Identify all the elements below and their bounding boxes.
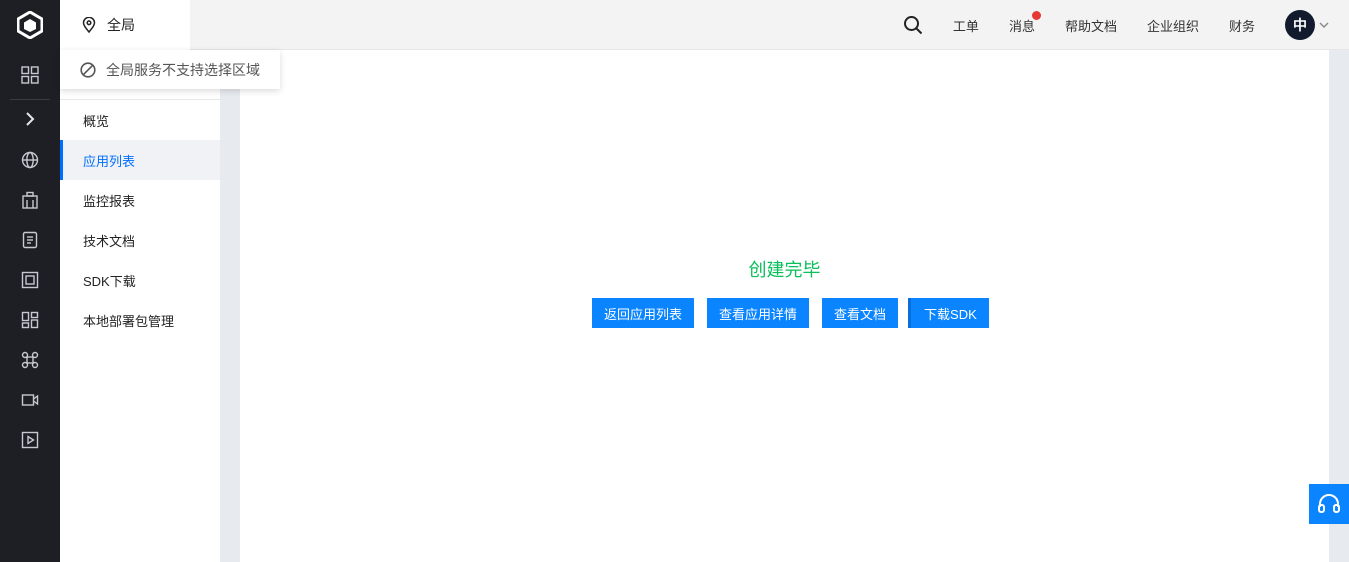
region-label: 全局 (107, 17, 135, 33)
ban-icon (80, 61, 96, 78)
expand-chevron-icon[interactable] (0, 99, 60, 139)
nav-messages[interactable]: 消息 (1008, 10, 1041, 35)
sidebar-item-label: 概览 (83, 113, 110, 129)
nav-finance[interactable]: 财务 (1229, 16, 1255, 35)
account-menu[interactable]: 中 (1285, 10, 1329, 40)
sidebar-item-label: 技术文档 (83, 233, 136, 249)
unread-badge (1031, 10, 1041, 20)
nav-help-docs[interactable]: 帮助文档 (1065, 16, 1117, 35)
avatar: 中 (1285, 10, 1315, 40)
back-to-app-list-button[interactable]: 返回应用列表 (592, 298, 695, 328)
sidebar-item-local-deploy[interactable]: 本地部署包管理 (60, 300, 220, 340)
region-popup-text: 全局服务不支持选择区域 (106, 61, 260, 78)
logo-icon[interactable] (0, 0, 60, 50)
globe-icon[interactable] (0, 140, 60, 180)
status-title: 创建完毕 (748, 260, 821, 280)
region-popup: 全局服务不支持选择区域 (60, 50, 280, 89)
grid-icon[interactable] (0, 55, 60, 95)
location-pin-icon (82, 17, 96, 33)
app-root: 全局 工单 消息 帮助文档 企业组织 财务 中 概览 应用列表 监控报表 技术文… (0, 0, 1349, 562)
document-icon[interactable] (0, 220, 60, 260)
main-content: 创建完毕 返回应用列表 查看应用详情 查看文档 下载SDK (240, 50, 1329, 562)
nav-messages-label: 消息 (1008, 18, 1035, 34)
sidebar-item-label: SDK下载 (83, 273, 136, 289)
product-sidebar: 概览 应用列表 监控报表 技术文档 SDK下载 本地部署包管理 (60, 50, 220, 562)
view-app-details-button[interactable]: 查看应用详情 (707, 298, 810, 328)
video-camera-icon[interactable] (0, 380, 60, 420)
content-gutter-left (220, 50, 240, 562)
sidebar-item-tech-docs[interactable]: 技术文档 (60, 220, 220, 260)
sidebar-item-label: 应用列表 (83, 153, 136, 169)
building-icon[interactable] (0, 180, 60, 220)
sidebar-item-monitoring[interactable]: 监控报表 (60, 180, 220, 220)
top-bar: 全局 工单 消息 帮助文档 企业组织 财务 中 (60, 0, 1349, 50)
sidebar-item-label: 本地部署包管理 (83, 313, 175, 329)
chevron-down-icon (1319, 22, 1329, 28)
sidebar-item-app-list[interactable]: 应用列表 (60, 140, 220, 180)
sidebar-item-overview[interactable]: 概览 (60, 100, 220, 140)
top-nav: 工单 消息 帮助文档 企业组织 财务 中 (901, 0, 1349, 50)
download-sdk-button[interactable]: 下载SDK (908, 298, 989, 328)
view-docs-button[interactable]: 查看文档 (822, 298, 899, 328)
frame-icon[interactable] (0, 260, 60, 300)
dashboard-icon[interactable] (0, 300, 60, 340)
sidebar-item-label: 监控报表 (83, 193, 136, 209)
nav-ticket[interactable]: 工单 (953, 16, 979, 35)
action-buttons: 返回应用列表 查看应用详情 查看文档 下载SDK (592, 298, 989, 328)
search-icon[interactable] (901, 13, 925, 37)
sidebar-item-sdk-download[interactable]: SDK下载 (60, 260, 220, 300)
headset-icon[interactable] (1309, 484, 1349, 524)
command-icon[interactable] (0, 340, 60, 380)
icon-rail (0, 0, 60, 562)
nav-enterprise[interactable]: 企业组织 (1147, 16, 1199, 35)
region-selector[interactable]: 全局 (60, 0, 190, 50)
play-icon[interactable] (0, 420, 60, 460)
